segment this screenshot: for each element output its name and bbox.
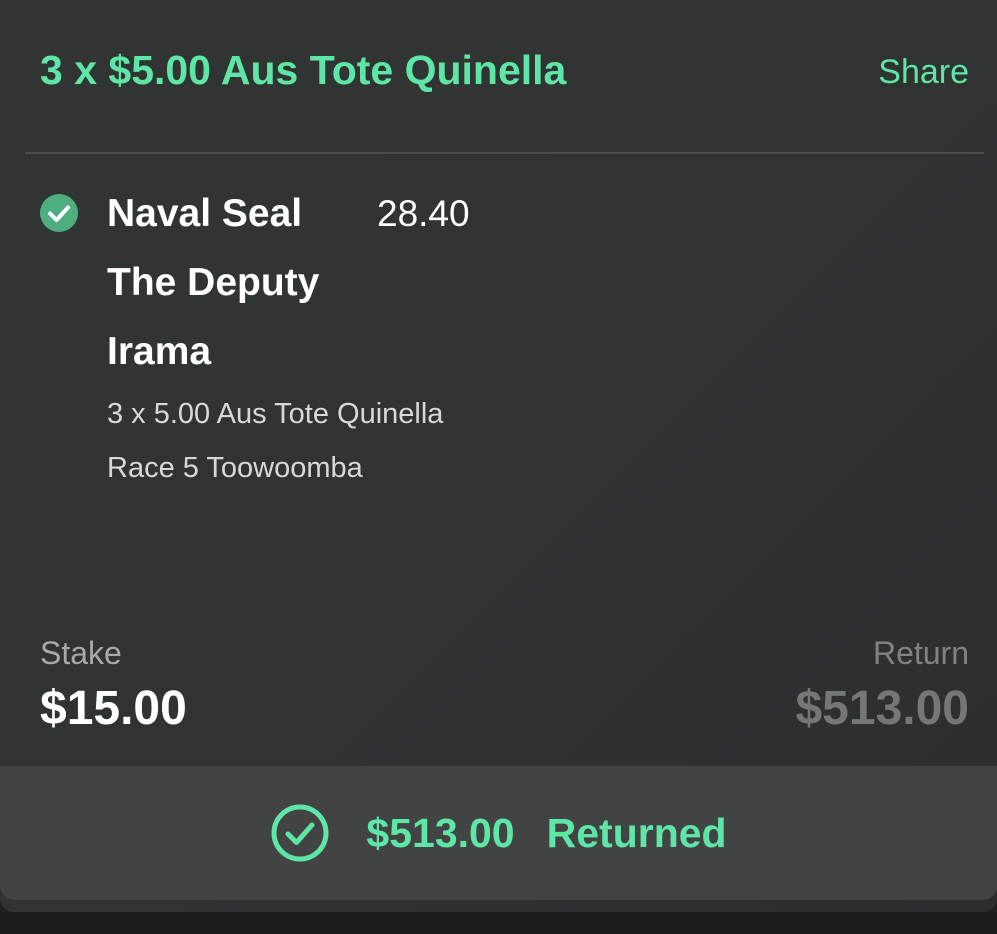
selection-name: The Deputy [107, 261, 320, 304]
stake-label: Stake [40, 635, 122, 671]
selection-odds: 28.40 [377, 193, 470, 234]
check-circle-outline-icon [271, 804, 329, 862]
bet-title: 3 x $5.00 Aus Tote Quinella [40, 47, 567, 93]
bet-card: 3 x $5.00 Aus Tote Quinella Share Naval … [0, 0, 997, 912]
bottom-strip [0, 912, 997, 934]
returned-amount: $513.00 [366, 810, 515, 856]
selection-name: Irama [107, 330, 212, 373]
return-value: $513.00 [795, 682, 969, 735]
return-label: Return [872, 635, 969, 671]
stake-value: $15.00 [40, 682, 187, 735]
bet-type-detail: 3 x 5.00 Aus Tote Quinella [107, 398, 444, 430]
selection-name: Naval Seal [107, 192, 303, 235]
returned-banner: $513.00 Returned [0, 766, 997, 900]
race-detail: Race 5 Toowoomba [107, 452, 363, 484]
returned-content: $513.00 Returned [0, 766, 997, 900]
check-circle-filled-icon [40, 194, 78, 232]
header-divider [25, 152, 984, 154]
returned-label: Returned [546, 810, 727, 856]
share-button[interactable]: Share [878, 52, 969, 92]
